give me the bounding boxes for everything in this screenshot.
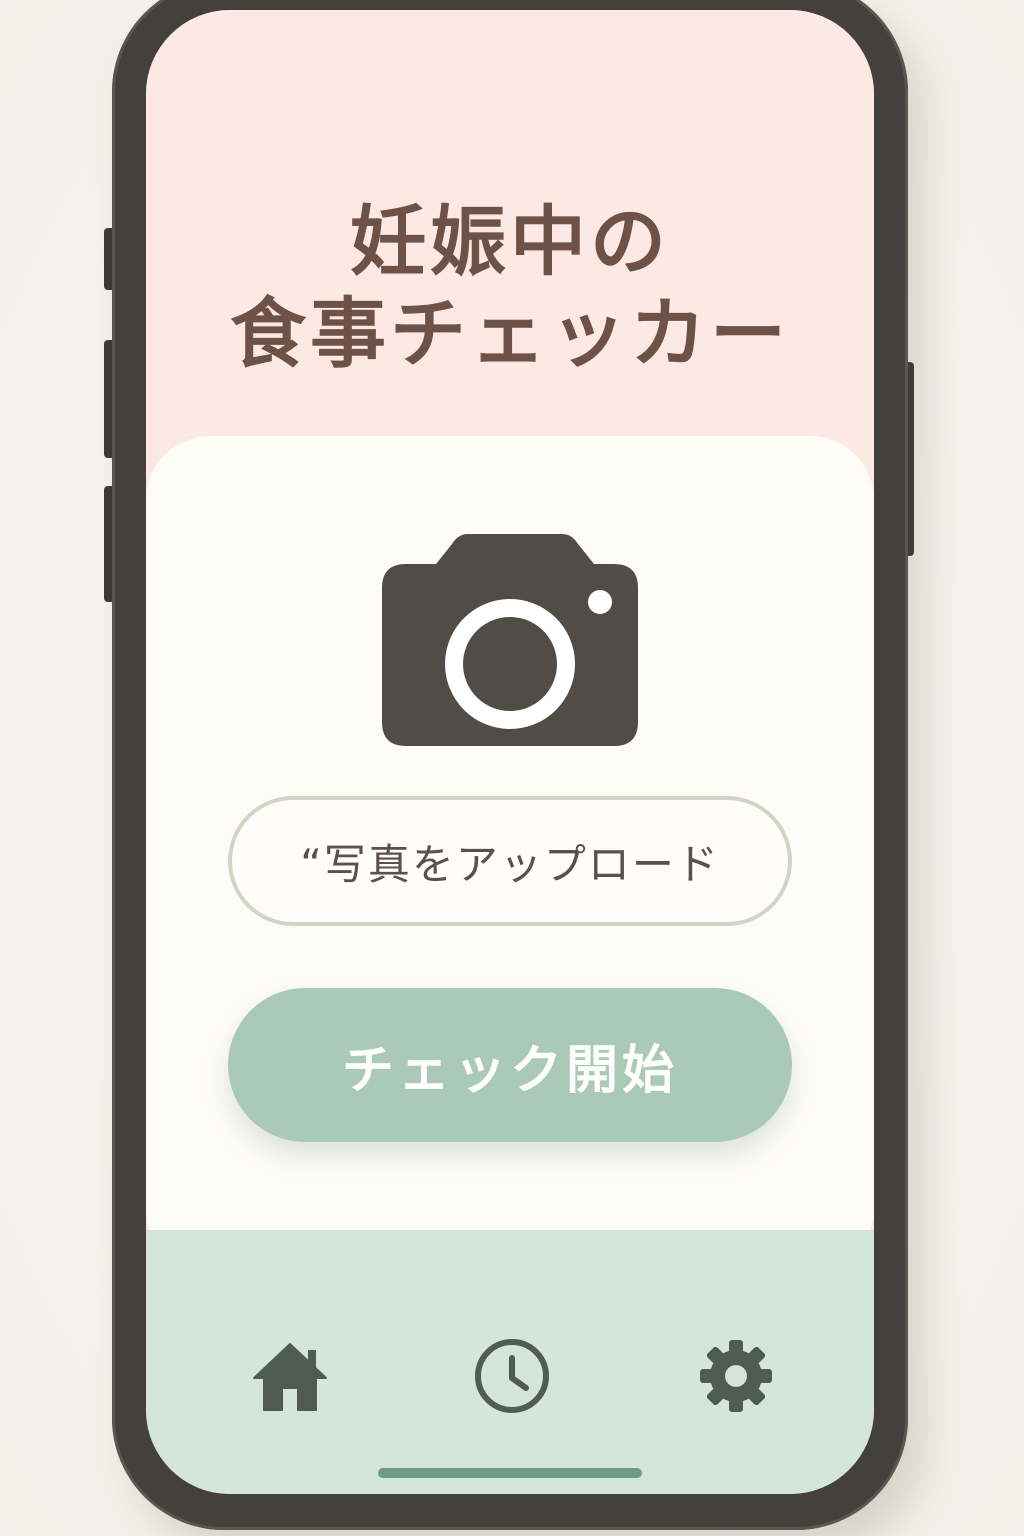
bottom-nav — [146, 1230, 874, 1494]
app-title-line2: 食事チェッカー — [230, 289, 790, 378]
app-header: 妊娠中の 食事チェッカー — [146, 10, 874, 470]
app-title-line1: 妊娠中の — [350, 197, 670, 286]
upload-photo-label: “写真をアップロード — [300, 839, 720, 889]
gear-icon — [700, 1340, 772, 1412]
nav-item-settings[interactable] — [696, 1336, 776, 1416]
upload-card: “写真をアップロード チェック開始 — [146, 436, 874, 1272]
nav-item-home[interactable] — [250, 1336, 330, 1416]
home-icon — [253, 1343, 327, 1411]
clock-icon — [475, 1339, 549, 1413]
upload-photo-button[interactable]: “写真をアップロード — [228, 796, 792, 926]
start-check-button[interactable]: チェック開始 — [228, 988, 792, 1142]
nav-item-history[interactable] — [472, 1336, 552, 1416]
app-screen: 妊娠中の 食事チェッカー “写真をアップロード チェック開始 — [146, 10, 874, 1494]
home-indicator[interactable] — [378, 1468, 642, 1478]
app-title: 妊娠中の 食事チェッカー — [146, 196, 874, 380]
page-background: 妊娠中の 食事チェッカー “写真をアップロード チェック開始 — [0, 0, 1024, 1536]
camera-icon[interactable] — [382, 532, 638, 746]
start-check-label: チェック開始 — [341, 1040, 678, 1101]
phone-frame: 妊娠中の 食事チェッカー “写真をアップロード チェック開始 — [112, 0, 908, 1530]
